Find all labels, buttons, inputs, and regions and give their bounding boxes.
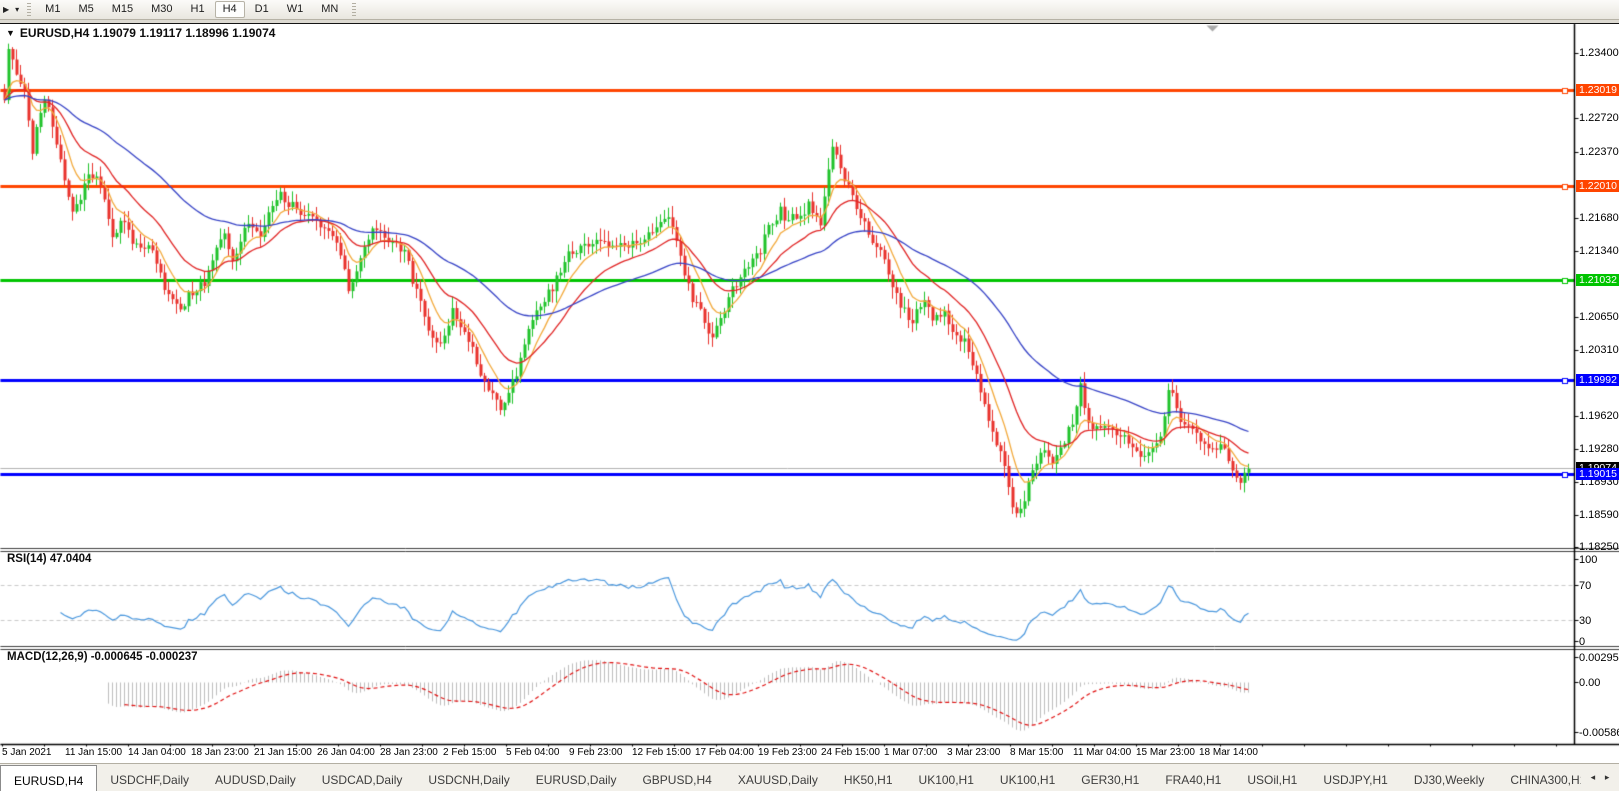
time-axis-label: 18 Jan 23:00	[191, 747, 249, 758]
time-axis-label: 26 Jan 04:00	[317, 747, 375, 758]
rsi-axis-label: 30	[1579, 615, 1591, 627]
tab-usdcnh-daily[interactable]: USDCNH,Daily	[415, 764, 522, 791]
macd-axis-label: -0.005863	[1579, 727, 1619, 739]
tab-usdchf-daily[interactable]: USDCHF,Daily	[97, 764, 202, 791]
tab-audusd-daily[interactable]: AUDUSD,Daily	[202, 764, 309, 791]
macd-axis-label: 0.002955	[1579, 652, 1619, 664]
tab-fra40-h1[interactable]: FRA40,H1	[1152, 764, 1234, 791]
timeframe-buttons: M1M5M15M30H1H4D1W1MN	[36, 1, 347, 18]
dropdown-caret-icon[interactable]: ▾	[12, 1, 22, 19]
chart-title-text: EURUSD,H4 1.19079 1.19117 1.18996 1.1907…	[20, 26, 276, 40]
time-axis-label: 24 Feb 15:00	[821, 747, 880, 758]
toolbar-grip[interactable]	[27, 3, 31, 16]
hline-price-label: 1.22010	[1576, 180, 1619, 192]
timeframe-button-m1[interactable]: M1	[37, 1, 68, 18]
time-axis-label: 8 Mar 15:00	[1010, 747, 1063, 758]
macd-axis-label: 0.00	[1579, 677, 1600, 689]
time-axis-label: 5 Jan 2021	[2, 747, 52, 758]
price-axis-label: 1.21680	[1579, 212, 1619, 224]
timeframe-button-mn[interactable]: MN	[313, 1, 346, 18]
tab-usoil-h1[interactable]: USOil,H1	[1234, 764, 1310, 791]
price-axis-label: 1.22370	[1579, 146, 1619, 158]
time-axis-label: 28 Jan 23:00	[380, 747, 438, 758]
price-axis-label: 1.21340	[1579, 245, 1619, 257]
tab-usdcad-daily[interactable]: USDCAD,Daily	[309, 764, 416, 791]
price-axis-label: 1.20310	[1579, 344, 1619, 356]
tab-uk100-h1[interactable]: UK100,H1	[987, 764, 1068, 791]
time-axis-label: 3 Mar 23:00	[947, 747, 1000, 758]
rsi-pane-label: RSI(14) 47.0404	[7, 553, 91, 565]
time-axis-label: 1 Mar 07:00	[884, 747, 937, 758]
tab-uk100-h1[interactable]: UK100,H1	[906, 764, 987, 791]
time-axis-label: 11 Jan 15:00	[65, 747, 122, 758]
toolbar-divider	[0, 20, 1619, 24]
tab-eurusd-daily[interactable]: EURUSD,Daily	[523, 764, 630, 791]
time-axis-label: 19 Feb 23:00	[758, 747, 817, 758]
price-axis-label: 1.23400	[1579, 47, 1619, 59]
time-axis-label: 17 Feb 04:00	[695, 747, 754, 758]
time-axis-label: 9 Feb 23:00	[569, 747, 622, 758]
timeframe-button-m30[interactable]: M30	[143, 1, 180, 18]
tab-gbpusd-h4[interactable]: GBPUSD,H4	[629, 764, 724, 791]
tab-xauusd-daily[interactable]: XAUUSD,Daily	[725, 764, 831, 791]
hline-price-label: 1.19992	[1576, 374, 1619, 386]
price-axis-label: 1.20650	[1579, 311, 1619, 323]
hline-price-label: 1.21032	[1576, 274, 1619, 286]
toolbar-grip[interactable]	[352, 3, 356, 16]
timeframe-button-h4[interactable]: H4	[215, 1, 245, 18]
timeframe-button-w1[interactable]: W1	[279, 1, 312, 18]
tab-eurusd-h4[interactable]: EURUSD,H4	[0, 765, 97, 791]
price-chart-canvas[interactable]	[0, 0, 1619, 791]
hline-price-label: 1.19015	[1576, 468, 1619, 480]
time-axis-label: 2 Feb 15:00	[443, 747, 496, 758]
rsi-axis-label: 0	[1579, 636, 1585, 648]
price-axis-label: 1.19620	[1579, 410, 1619, 422]
rsi-axis-label: 70	[1579, 580, 1591, 592]
time-axis-label: 11 Mar 04:00	[1073, 747, 1131, 758]
rsi-axis-label: 100	[1579, 554, 1597, 566]
price-axis-label: 1.18590	[1579, 509, 1619, 521]
time-axis-label: 15 Mar 23:00	[1136, 747, 1195, 758]
toolbar: ▶ ▾ M1M5M15M30H1H4D1W1MN	[0, 0, 1619, 20]
tab-dj30-weekly[interactable]: DJ30,Weekly	[1401, 764, 1497, 791]
tab-scroll-arrows: ◂ ▸	[1581, 764, 1619, 791]
tab-hk50-h1[interactable]: HK50,H1	[831, 764, 906, 791]
chart-tab-bar: EURUSD,H4USDCHF,DailyAUDUSD,DailyUSDCAD,…	[0, 763, 1619, 791]
time-axis-label: 14 Jan 04:00	[128, 747, 186, 758]
cursor-tool-icon[interactable]: ▶	[0, 1, 12, 19]
macd-pane-label: MACD(12,26,9) -0.000645 -0.000237	[7, 651, 198, 663]
tab-ger30-h1[interactable]: GER30,H1	[1068, 764, 1152, 791]
price-axis-label: 1.19280	[1579, 443, 1619, 455]
price-axis-label: 1.22720	[1579, 112, 1619, 124]
timeframe-button-m15[interactable]: M15	[104, 1, 141, 18]
timeframe-button-d1[interactable]: D1	[247, 1, 277, 18]
time-axis-label: 12 Feb 15:00	[632, 747, 691, 758]
timeframe-button-m5[interactable]: M5	[70, 1, 101, 18]
tab-scroll-right-icon[interactable]: ▸	[1605, 772, 1610, 783]
hline-price-label: 1.23019	[1576, 84, 1619, 96]
timeframe-button-h1[interactable]: H1	[183, 1, 213, 18]
time-axis-label: 5 Feb 04:00	[506, 747, 559, 758]
symbol-menu-icon[interactable]: ▼	[6, 28, 15, 38]
price-axis-label: 1.18250	[1579, 541, 1619, 553]
time-axis-label: 21 Jan 15:00	[254, 747, 312, 758]
tab-scroll-left-icon[interactable]: ◂	[1591, 772, 1596, 783]
tab-usdjpy-h1[interactable]: USDJPY,H1	[1310, 764, 1400, 791]
time-axis-label: 18 Mar 14:00	[1199, 747, 1258, 758]
chart-title: ▼ EURUSD,H4 1.19079 1.19117 1.18996 1.19…	[6, 26, 275, 40]
